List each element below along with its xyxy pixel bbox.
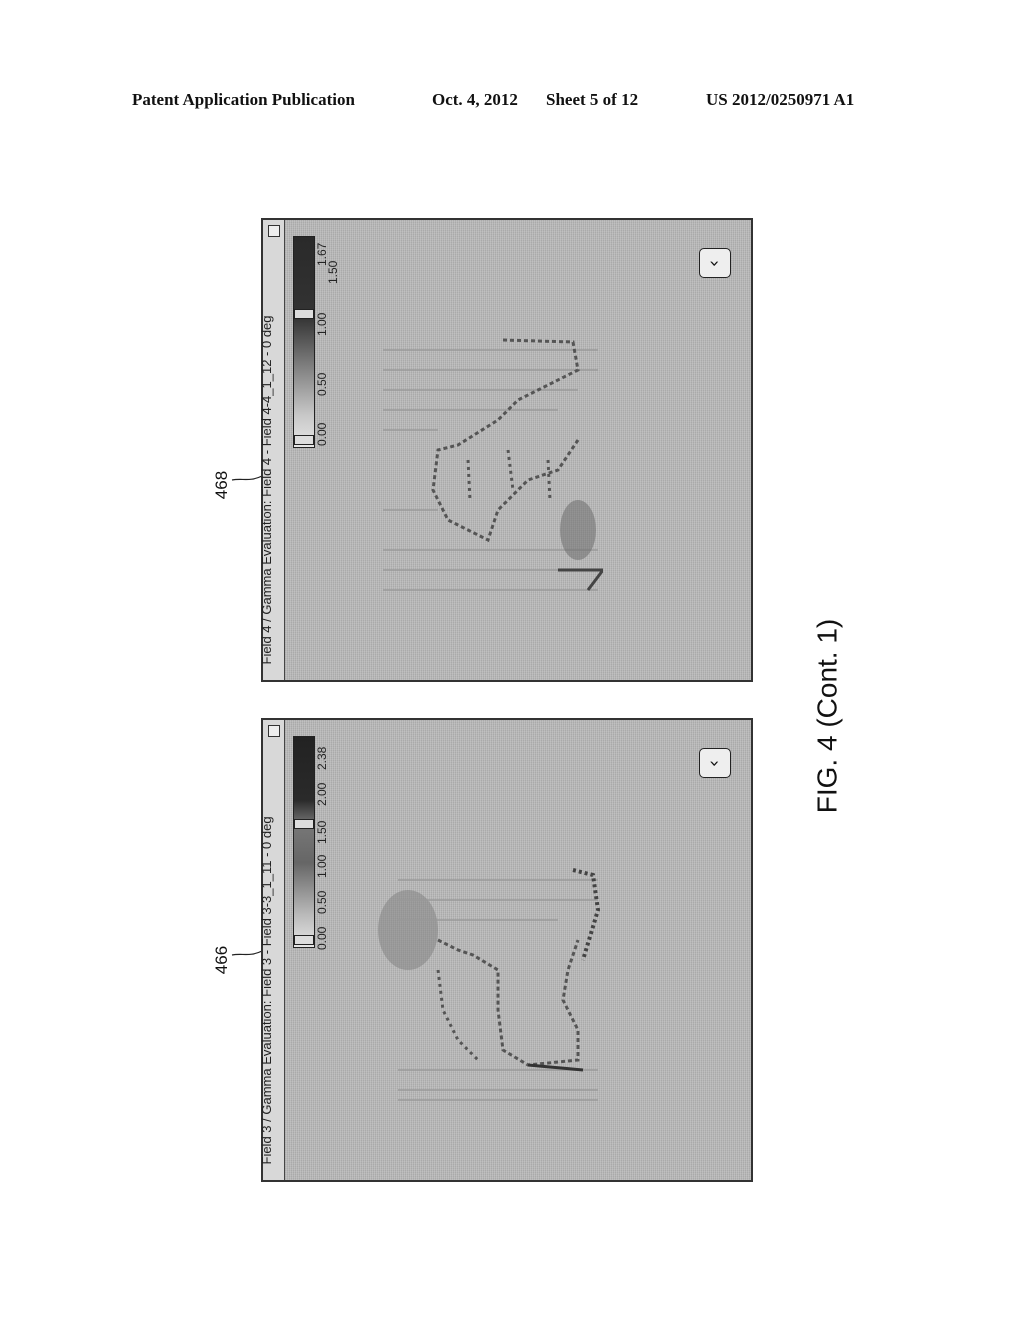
window-title-bar[interactable]: Field 3 / Gamma Evaluation: Field 3 - Fi…: [259, 720, 285, 1180]
gamma-map-image: [383, 338, 603, 591]
colorbar-ticks: 1.67 1.50 1.00 0.50 0.00: [315, 236, 340, 446]
sheet-number: Sheet 5 of 12: [546, 90, 639, 109]
colorbar: [293, 736, 315, 948]
gamma-evaluation-window-field3[interactable]: Field 3 / Gamma Evaluation: Field 3 - Fi…: [259, 718, 753, 1182]
expand-button[interactable]: ›: [699, 248, 731, 278]
publication-type: Patent Application Publication: [132, 90, 355, 109]
tick-label: 2.00: [315, 782, 329, 806]
gamma-map-image: [378, 868, 601, 1101]
window-control-icon[interactable]: [268, 225, 280, 237]
colorbar-ticks: 2.38 2.00 1.50 1.00 0.50 0.00: [315, 736, 339, 950]
window-title-bar[interactable]: Field 4 / Gamma Evaluation: Field 4 - Fi…: [259, 220, 285, 680]
patent-number: US 2012/0250971 A1: [706, 90, 855, 109]
expand-button[interactable]: ›: [699, 748, 731, 778]
window-title: Field 3 / Gamma Evaluation: Field 3 - Fi…: [258, 816, 274, 1165]
tick-label: 2.38: [315, 746, 329, 770]
tick-label: 0.50: [315, 890, 329, 914]
tick-label: 1.00: [315, 854, 329, 878]
window-control-icon[interactable]: [268, 725, 280, 737]
colorbar-handle-upper[interactable]: [294, 309, 314, 319]
tick-label: 1.50: [315, 820, 329, 844]
colorbar-handle-upper[interactable]: [294, 819, 314, 829]
publication-date: Oct. 4, 2012: [432, 90, 518, 109]
tick-label: 1.50: [326, 260, 340, 284]
tick-label: 0.50: [315, 372, 329, 396]
gamma-evaluation-window-field4[interactable]: Field 4 / Gamma Evaluation: Field 4 - Fi…: [259, 218, 753, 682]
tick-label: 0.00: [315, 926, 329, 950]
tick-label: 0.00: [315, 422, 329, 446]
colorbar-handle-lower[interactable]: [294, 935, 314, 945]
chevron-icon: ›: [704, 759, 726, 767]
figure-label: FIG. 4 (Cont. 1): [811, 618, 843, 814]
tick-label: 1.00: [315, 312, 329, 336]
chevron-icon: ›: [704, 259, 726, 267]
window-title: Field 4 / Gamma Evaluation: Field 4 - Fi…: [258, 315, 274, 665]
colorbar: [293, 236, 315, 448]
colorbar-handle-lower[interactable]: [294, 435, 314, 445]
